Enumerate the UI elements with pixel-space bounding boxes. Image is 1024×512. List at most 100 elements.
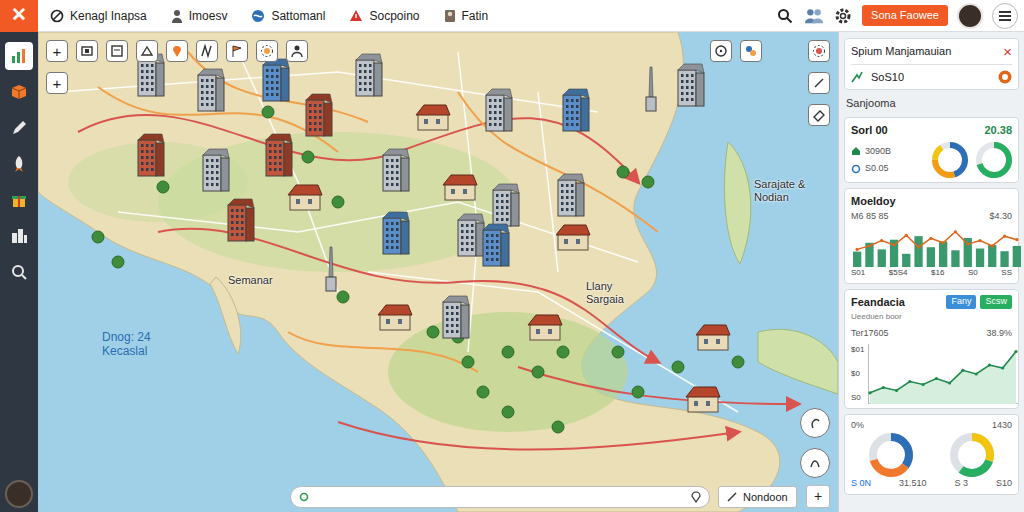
building-icon	[646, 67, 656, 111]
menu-icon	[999, 11, 1011, 21]
map-tool[interactable]	[226, 40, 248, 62]
action-button[interactable]: Sona Faowee	[862, 5, 948, 25]
user-avatar[interactable]	[5, 480, 33, 508]
label-line: Dnog: 24	[102, 330, 151, 344]
building-icon	[486, 89, 512, 131]
chart-point	[922, 383, 925, 386]
sidebar-item[interactable]	[5, 186, 33, 214]
zoom-glyph: +	[53, 76, 62, 91]
sidebar-item[interactable]	[5, 150, 33, 178]
trend-card: Feandacia FanyScsw Ueeduen boor Ter17605…	[844, 289, 1019, 409]
tree-icon	[337, 291, 349, 303]
map-tool[interactable]	[76, 40, 98, 62]
building-icon	[378, 305, 412, 330]
chart-point	[978, 239, 981, 242]
section-label: Sanjooma	[844, 95, 1019, 112]
panel-close[interactable]: ×	[1003, 44, 1012, 59]
close-button[interactable]: ✕	[0, 0, 38, 32]
map-tool[interactable]	[800, 408, 830, 438]
map[interactable]: SemanarDnog: 24KecaslalLlanySargaiaSaraj…	[38, 32, 838, 512]
tree-icon	[732, 356, 744, 368]
settings-button[interactable]	[833, 6, 853, 26]
map-tool[interactable]	[106, 40, 128, 62]
sun-icon	[812, 44, 826, 58]
building-icon	[228, 199, 254, 241]
city-icon	[10, 227, 28, 245]
axis-tick: S01	[851, 267, 865, 279]
filter-button[interactable]: Fany	[946, 295, 976, 309]
building-icon	[678, 64, 704, 106]
person-icon	[171, 9, 183, 23]
rocket-icon	[10, 155, 28, 173]
chart-point	[1015, 350, 1018, 353]
add-button[interactable]: +	[806, 485, 830, 508]
map-tool[interactable]	[286, 40, 308, 62]
tab-label: Imoesv	[189, 7, 228, 25]
map-tool[interactable]	[166, 40, 188, 62]
donut-segment	[873, 437, 909, 473]
people-button[interactable]	[804, 6, 824, 26]
stat-row: 3090B	[851, 145, 891, 159]
map-tool[interactable]	[808, 72, 830, 94]
sidebar-item[interactable]	[5, 222, 33, 250]
pin-icon	[170, 44, 184, 58]
building-icon	[558, 174, 584, 216]
filter-label: Scsw	[985, 296, 1007, 306]
tree-icon	[532, 366, 544, 378]
tab[interactable]: Imoesv	[163, 0, 244, 32]
tab[interactable]: Socpoino	[341, 0, 435, 32]
user-avatar[interactable]	[957, 3, 983, 29]
chart-bar	[951, 250, 959, 267]
search-button[interactable]	[775, 6, 795, 26]
chart-point	[942, 241, 945, 244]
filter-button[interactable]: Scsw	[980, 295, 1012, 309]
sidebar-item[interactable]	[5, 42, 33, 70]
gauge-label: 1430	[992, 419, 1012, 433]
map-tool[interactable]	[740, 40, 762, 62]
chart-point	[1001, 366, 1004, 369]
layers-icon	[80, 44, 94, 58]
tree-icon	[612, 346, 624, 358]
chart-point	[1003, 235, 1006, 238]
sun-icon	[260, 44, 274, 58]
trend-icon	[851, 71, 863, 83]
axis-tick: $01	[851, 344, 864, 356]
map-tool[interactable]	[800, 448, 830, 478]
people-icon	[804, 7, 824, 25]
map-label: LlanySargaia	[586, 280, 624, 306]
building-icon	[443, 296, 469, 338]
tab[interactable]: Fatin	[436, 0, 505, 32]
chart-line	[870, 352, 1016, 393]
tab[interactable]: Sattomanl	[243, 0, 341, 32]
measure-icon	[200, 44, 214, 58]
sidebar-item[interactable]	[5, 258, 33, 286]
gear-icon	[834, 7, 852, 25]
tab[interactable]: Kenagl Inapsa	[42, 0, 163, 32]
sidebar-item[interactable]	[5, 114, 33, 142]
chart-point	[929, 237, 932, 240]
map-tool[interactable]	[710, 40, 732, 62]
tab-label: Sattomanl	[271, 7, 325, 25]
building-icon	[528, 315, 562, 340]
map-tool[interactable]	[808, 104, 830, 126]
line-icon	[812, 76, 826, 90]
map-tool[interactable]	[256, 40, 278, 62]
map-tool[interactable]	[196, 40, 218, 62]
zoom-button[interactable]: +	[46, 40, 68, 62]
zoom-button[interactable]: +	[46, 72, 68, 94]
tree-icon	[617, 166, 629, 178]
go-button[interactable]: Nondoon	[718, 486, 797, 508]
tree-icon	[502, 346, 514, 358]
search-icon	[10, 263, 28, 281]
sidebar-item[interactable]	[5, 78, 33, 106]
stat-value: S0.05	[865, 162, 889, 176]
land	[38, 32, 780, 512]
map-search[interactable]	[290, 486, 710, 508]
menu-button[interactable]	[992, 3, 1018, 29]
flag-icon	[230, 44, 244, 58]
tree-icon	[672, 361, 684, 373]
chart-bar	[914, 236, 922, 267]
map-tool[interactable]	[808, 40, 830, 62]
chart-bar	[878, 249, 886, 267]
map-tool[interactable]	[136, 40, 158, 62]
